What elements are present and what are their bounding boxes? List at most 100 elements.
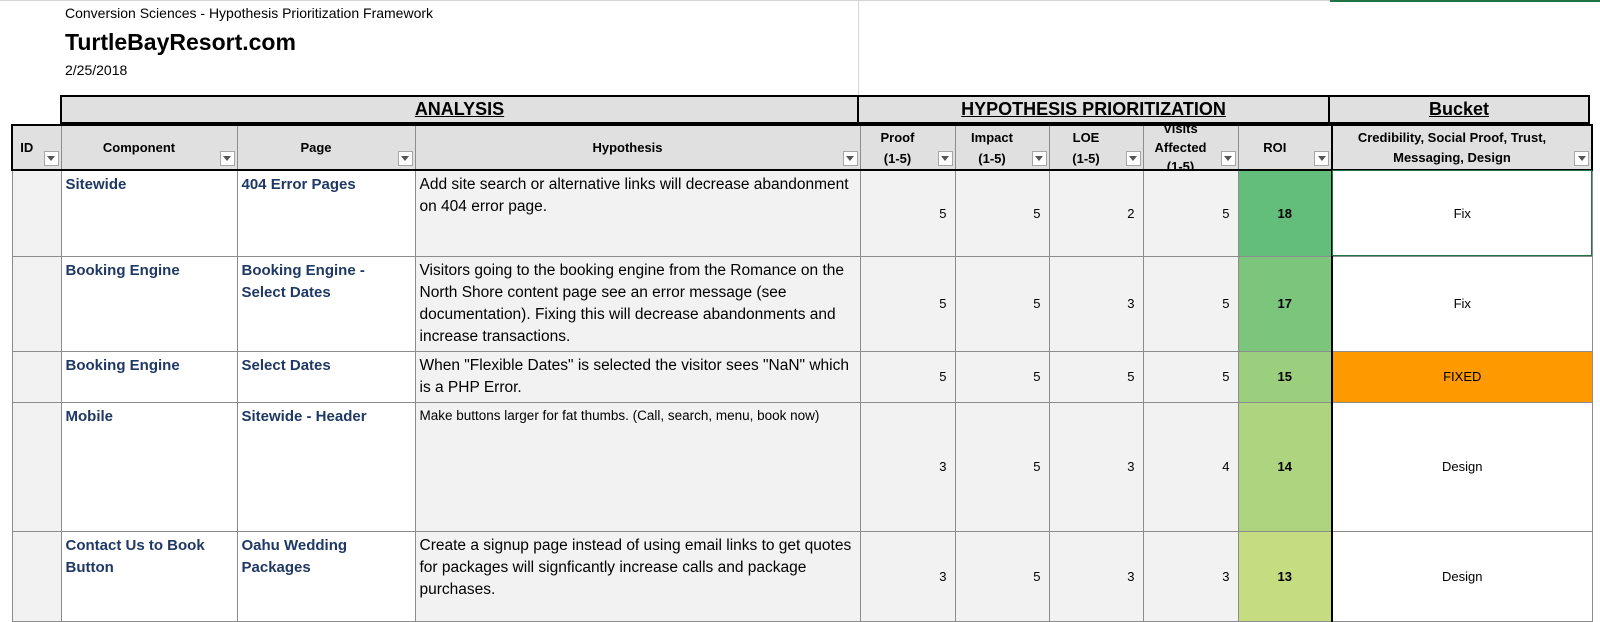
col-roi-label: ROI [1263, 140, 1287, 155]
site-title: TurtleBayResort.com [65, 29, 296, 55]
filter-dropdown-icon[interactable] [1125, 151, 1141, 166]
filter-dropdown-icon[interactable] [1314, 151, 1329, 166]
col-bucket-label-2: Messaging, Design [1393, 149, 1511, 165]
cell-loe[interactable]: 3 [1048, 255, 1144, 352]
col-visits: Visits Affected (1-5) [1142, 124, 1239, 171]
cell-component[interactable]: Booking Engine [60, 350, 238, 403]
cell-component[interactable]: Sitewide [60, 169, 238, 257]
col-impact: Impact (1-5) [954, 124, 1050, 171]
cell-roi[interactable]: 13 [1237, 530, 1333, 622]
filter-dropdown-icon[interactable] [1031, 151, 1047, 166]
filter-dropdown-icon[interactable] [219, 151, 235, 166]
cell-visits[interactable]: 3 [1142, 530, 1239, 622]
cell-proof[interactable]: 3 [859, 530, 956, 622]
cell-loe[interactable]: 2 [1048, 169, 1144, 257]
cell-visits[interactable]: 5 [1142, 169, 1239, 257]
cell-visits[interactable]: 5 [1142, 255, 1239, 352]
cell-bucket[interactable]: Fix [1331, 255, 1593, 352]
cell-bucket[interactable]: Fix [1331, 169, 1593, 257]
cell-roi[interactable]: 14 [1237, 401, 1333, 532]
cell-hypothesis[interactable]: When "Flexible Dates" is selected the vi… [414, 350, 861, 403]
col-visits-label-2: Affected [1154, 140, 1207, 155]
table-row: Contact Us to Book Button Oahu Wedding P… [11, 530, 1593, 622]
cell-proof[interactable]: 5 [859, 350, 956, 403]
col-proof-scale: (1-5) [883, 150, 912, 166]
cell-bucket[interactable]: Design [1331, 530, 1593, 622]
cell-page[interactable]: Booking Engine - Select Dates [236, 255, 416, 352]
cell-hypothesis[interactable]: Add site search or alternative links wil… [414, 169, 861, 257]
col-impact-scale: (1-5) [978, 150, 1006, 166]
cell-visits[interactable]: 4 [1142, 401, 1239, 532]
table-row: Mobile Sitewide - Header Make buttons la… [11, 401, 1593, 532]
cell-hypothesis[interactable]: Visitors going to the booking engine fro… [414, 255, 861, 352]
cell-impact[interactable]: 5 [954, 350, 1050, 403]
col-loe-scale: (1-5) [1072, 150, 1100, 166]
cell-bucket[interactable]: FIXED [1331, 350, 1593, 403]
col-visits-label: Visits [1163, 125, 1198, 136]
cell-id[interactable] [11, 530, 62, 622]
analysis-band: ANALYSIS [60, 95, 859, 124]
cell-id[interactable] [11, 255, 62, 352]
filter-dropdown-icon[interactable] [842, 151, 858, 166]
col-page: Page [236, 124, 416, 171]
report-date: 2/25/2018 [65, 62, 128, 78]
col-hypothesis-label: Hypothesis [592, 140, 663, 155]
cell-selection-indicator [1330, 0, 1600, 2]
cell-hypothesis[interactable]: Make buttons larger for fat thumbs. (Cal… [414, 401, 861, 532]
col-page-label: Page [300, 140, 332, 155]
col-bucket-label: Credibility, Social Proof, Trust, [1357, 129, 1547, 145]
cell-component[interactable]: Booking Engine [60, 255, 238, 352]
cell-id[interactable] [11, 401, 62, 532]
col-component-label: Component [102, 140, 176, 155]
cell-page[interactable]: Oahu Wedding Packages [236, 530, 416, 622]
cell-loe[interactable]: 3 [1048, 401, 1144, 532]
cell-hypothesis[interactable]: Create a signup page instead of using em… [414, 530, 861, 622]
cell-proof[interactable]: 5 [859, 169, 956, 257]
cell-impact[interactable]: 5 [954, 530, 1050, 622]
cell-roi[interactable]: 18 [1237, 169, 1333, 257]
col-id-label: ID [20, 140, 34, 155]
cell-component[interactable]: Mobile [60, 401, 238, 532]
cell-impact[interactable]: 5 [954, 401, 1050, 532]
cell-id[interactable] [11, 169, 62, 257]
cell-bucket[interactable]: Design [1331, 401, 1593, 532]
col-proof: Proof (1-5) [859, 124, 956, 171]
cell-loe[interactable]: 3 [1048, 530, 1144, 622]
col-bucket: Credibility, Social Proof, Trust, Messag… [1331, 124, 1593, 171]
cell-proof[interactable]: 5 [859, 255, 956, 352]
filter-dropdown-icon[interactable] [937, 151, 953, 166]
cell-visits[interactable]: 5 [1142, 350, 1239, 403]
table-row: Booking Engine Select Dates When "Flexib… [11, 350, 1593, 403]
bucket-band: Bucket [1328, 95, 1590, 124]
cell-impact[interactable]: 5 [954, 255, 1050, 352]
col-proof-label: Proof [880, 129, 915, 145]
header-row: ID Component Page Hypothesis Proof (1-5) [11, 124, 1593, 171]
cell-roi[interactable]: 17 [1237, 255, 1333, 352]
col-impact-label: Impact [971, 129, 1013, 145]
framework-subtitle: Conversion Sciences - Hypothesis Priorit… [65, 5, 434, 21]
col-roi: ROI [1237, 124, 1333, 171]
cell-proof[interactable]: 3 [859, 401, 956, 532]
filter-dropdown-icon[interactable] [1220, 151, 1236, 166]
column-gridline [858, 0, 859, 95]
cell-page[interactable]: Sitewide - Header [236, 401, 416, 532]
col-visits-scale: (1-5) [1166, 159, 1195, 170]
table-row: Sitewide 404 Error Pages Add site search… [11, 169, 1593, 257]
filter-dropdown-icon[interactable] [397, 151, 413, 166]
cell-roi[interactable]: 15 [1237, 350, 1333, 403]
col-component: Component [60, 124, 238, 171]
col-loe-label: LOE [1072, 129, 1100, 145]
hypothesis-table: ID Component Page Hypothesis Proof (1-5) [11, 124, 1593, 622]
cell-page[interactable]: 404 Error Pages [236, 169, 416, 257]
cell-id[interactable] [11, 350, 62, 403]
cell-loe[interactable]: 5 [1048, 350, 1144, 403]
prioritization-band: HYPOTHESIS PRIORITIZATION [857, 95, 1330, 124]
col-hypothesis: Hypothesis [414, 124, 861, 171]
col-loe: LOE (1-5) [1048, 124, 1144, 171]
table-row: Booking Engine Booking Engine - Select D… [11, 255, 1593, 352]
filter-dropdown-icon[interactable] [1574, 151, 1589, 166]
cell-page[interactable]: Select Dates [236, 350, 416, 403]
filter-dropdown-icon[interactable] [43, 151, 59, 166]
cell-component[interactable]: Contact Us to Book Button [60, 530, 238, 622]
cell-impact[interactable]: 5 [954, 169, 1050, 257]
